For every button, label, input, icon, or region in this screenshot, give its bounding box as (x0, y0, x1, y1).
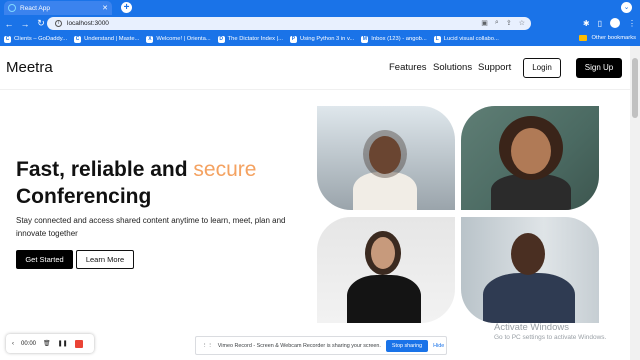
page-content: Meetra Features Solutions Support Login … (0, 46, 630, 360)
activate-windows-title: Activate Windows (494, 322, 569, 333)
site-info-icon[interactable]: i (55, 20, 62, 27)
react-favicon-icon (8, 4, 16, 12)
photo-figure-head (371, 237, 395, 269)
trash-icon[interactable]: 🗑 (43, 340, 51, 347)
share-message: Vimeo Record - Screen & Webcam Recorder … (217, 342, 381, 349)
stop-sharing-button[interactable]: Stop sharing (385, 339, 429, 352)
scrollbar-thumb[interactable] (632, 58, 638, 118)
nav-link-solutions[interactable]: Solutions (433, 62, 472, 73)
hero-description: Stay connected and access shared content… (16, 216, 286, 238)
tab-search-icon[interactable]: ⌄ (621, 2, 632, 13)
pause-icon[interactable]: ❚❚ (58, 340, 68, 347)
extensions-icon[interactable]: ✱ (583, 19, 590, 28)
bookmark-favicon-icon: P (289, 35, 297, 43)
back-icon[interactable]: ← (2, 19, 16, 29)
camera-icon[interactable]: ▣ (481, 19, 488, 27)
bookmark-favicon-icon: C (4, 35, 11, 43)
photo-figure-body (483, 273, 575, 323)
browser-toolbar: ← → ↻ i localhost:3000 ▣ ⌕ ⇪ ☆ ✱ ▯ ⋮ (0, 15, 640, 32)
signup-button[interactable]: Sign Up (576, 58, 622, 78)
login-button[interactable]: Login (523, 58, 561, 78)
side-panel-icon[interactable]: ▯ (598, 19, 602, 28)
bookmark-favicon-icon: D (217, 35, 225, 43)
url-text: localhost:3000 (67, 20, 109, 27)
get-started-button[interactable]: Get Started (16, 250, 73, 269)
photo-figure-head (511, 233, 545, 275)
bookmark-favicon-icon: C (74, 35, 82, 43)
recorder-timer: 00:00 (21, 340, 37, 347)
site-navbar: Meetra Features Solutions Support Login … (0, 46, 630, 90)
close-tab-icon[interactable]: ✕ (102, 4, 108, 12)
page-scrollbar[interactable] (630, 46, 640, 360)
bookmark-item[interactable]: L Lucid visual collabo... (433, 35, 499, 43)
forward-icon[interactable]: → (18, 19, 32, 29)
recorder-controls: ‹ 00:00 🗑 ❚❚ (6, 334, 94, 353)
bookmark-item[interactable]: M Inbox (123) - angob... (361, 35, 427, 43)
photo-woman-black-sweater (317, 217, 455, 323)
photo-man-cardigan (461, 217, 599, 323)
nav-link-features[interactable]: Features (389, 62, 427, 73)
screen-share-banner: ⋮⋮ Vimeo Record - Screen & Webcam Record… (195, 336, 447, 355)
bookmark-item[interactable]: C Understand | Maste... (74, 35, 139, 43)
nav-link-support[interactable]: Support (478, 62, 511, 73)
photo-woman-smiling (461, 106, 599, 210)
share-icon[interactable]: ⇪ (506, 19, 512, 27)
menu-icon[interactable]: ⋮ (628, 19, 636, 28)
reload-icon[interactable]: ↻ (34, 18, 48, 29)
bookmark-star-icon[interactable]: ☆ (519, 19, 525, 27)
hero-title-accent: secure (193, 158, 257, 181)
bookmark-favicon-icon: M (361, 35, 369, 43)
photo-figure-body (347, 275, 421, 323)
bookmark-item[interactable]: X Welcome! | Orienta... (146, 35, 211, 43)
zoom-icon[interactable]: ⌕ (495, 19, 499, 27)
bookmark-item[interactable]: P Using Python 3 in v... (289, 35, 354, 43)
site-logo[interactable]: Meetra (6, 59, 53, 76)
bookmark-favicon-icon: L (433, 35, 441, 43)
browser-tab[interactable]: React App ✕ (4, 1, 112, 15)
bookmark-item[interactable]: D The Dictator Index |... (217, 35, 283, 43)
hide-button[interactable]: Hide (433, 343, 444, 349)
bookmarks-bar: C Clients – GoDaddy... C Understand | Mast… (0, 32, 640, 46)
bookmark-favicon-icon: X (146, 35, 154, 43)
stop-recording-icon[interactable] (74, 339, 83, 348)
activate-windows-subtitle: Go to PC settings to activate Windows. (494, 334, 607, 341)
photo-figure-head (511, 128, 551, 174)
new-tab-button[interactable]: + (121, 2, 132, 13)
profile-avatar[interactable] (610, 18, 620, 28)
address-bar[interactable]: i localhost:3000 ▣ ⌕ ⇪ ☆ (47, 17, 531, 30)
photo-figure-hair (363, 130, 407, 178)
browser-tab-strip: React App ✕ + ⌄ (0, 0, 640, 15)
bookmark-item[interactable]: C Clients – GoDaddy... (4, 35, 67, 43)
hero-title: Fast, reliable and secure Conferencing (16, 158, 257, 208)
other-bookmarks[interactable]: Other bookmarks (578, 35, 636, 41)
photo-woman-street (317, 106, 455, 210)
drag-handle-icon[interactable]: ⋮⋮ (202, 343, 213, 349)
tab-title: React App (20, 4, 50, 12)
folder-icon (578, 35, 587, 41)
learn-more-button[interactable]: Learn More (76, 250, 134, 269)
collapse-chevron-icon[interactable]: ‹ (12, 341, 14, 347)
